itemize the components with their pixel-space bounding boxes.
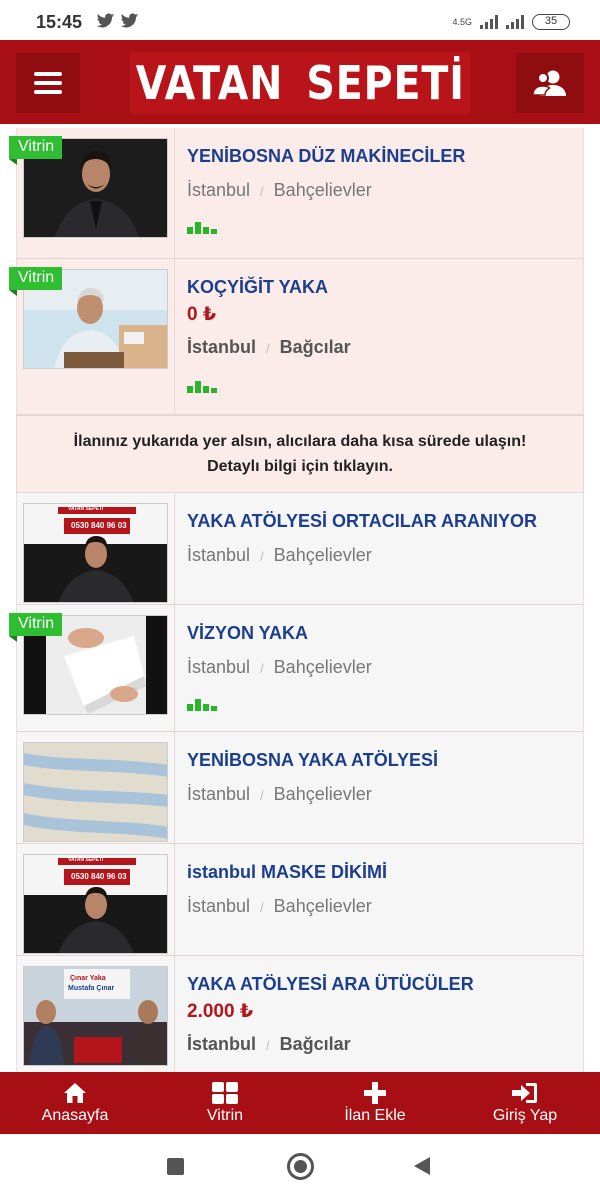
hamburger-icon [34, 72, 62, 94]
listing-price: 2.000 ₺ [187, 1001, 254, 1022]
listing-thumbnail[interactable]: Çınar Yaka Mustafa Çınar [23, 966, 168, 1066]
twitter-notification-icon [96, 12, 140, 35]
logo-text: VATAN SEPETİ [135, 56, 465, 110]
cimar-line-1: Çınar Yaka [70, 975, 106, 982]
listing-title[interactable]: YENİBOSNA YAKA ATÖLYESİ [187, 750, 438, 771]
listing-title[interactable]: KOÇYİĞİT YAKA [187, 277, 328, 298]
location-city: İstanbul [187, 337, 257, 357]
listing-title[interactable]: YAKA ATÖLYESİ ORTACILAR ARANIYOR [187, 511, 537, 532]
listing-item[interactable]: Çınar Yaka Mustafa Çınar YAKA ATÖLYESİ A… [16, 956, 584, 1086]
app-header: VATAN SEPETİ [0, 40, 600, 124]
listing-item[interactable]: VATAN SEPETİ 0530 840 96 03 istanbul MAS… [16, 844, 584, 956]
bar-chart-icon [187, 381, 217, 393]
phone-banner-text: 0530 840 96 03 [71, 521, 127, 530]
listing-title[interactable]: VİZYON YAKA [187, 623, 308, 644]
menu-button[interactable] [16, 53, 80, 113]
listing-thumbnail[interactable]: VATAN SEPETİ 0530 840 96 03 [23, 854, 168, 954]
plus-icon [364, 1081, 386, 1105]
listing-item[interactable]: YENİBOSNA YAKA ATÖLYESİ İstanbul / Bahçeli… [16, 732, 584, 844]
thumb-column: Çınar Yaka Mustafa Çınar [17, 956, 175, 1085]
bar-chart-icon [187, 222, 217, 234]
promo-line-1: İlanınız yukarıda yer alsın, alıcılara d… [73, 433, 527, 450]
signal-icon [480, 15, 498, 29]
listing-thumbnail[interactable]: VATAN SEPETİ 0530 840 96 03 [23, 503, 168, 603]
vitrin-badge: Vitrin [9, 136, 63, 165]
status-right-icons: 4.5G 35 [452, 14, 570, 30]
nav-label: Vitrin [206, 1107, 244, 1124]
phone-banner-text: 0530 840 96 03 [71, 872, 127, 881]
thumb-column: VATAN SEPETİ 0530 840 96 03 [17, 493, 175, 604]
listing-title[interactable]: YAKA ATÖLYESİ ARA ÜTÜCÜLER [187, 974, 474, 995]
nav-label: Giriş Yap [492, 1107, 558, 1124]
listing-location: İstanbul / Bahçelievler [187, 545, 372, 565]
vitrin-badge: Vitrin [9, 267, 63, 296]
back-icon[interactable] [414, 1157, 430, 1175]
location-district: Bahçelievler [273, 657, 372, 677]
nav-home[interactable]: Anasayfa [0, 1072, 150, 1134]
listing-title[interactable]: YENİBOSNA DÜZ MAKİNECİLER [187, 146, 465, 167]
banner-text: VATAN SEPETİ [68, 506, 104, 512]
listing-item[interactable]: Vitrin KOÇYİĞİT YAKA 0 ₺ İstanbul / Bağcıl… [9, 259, 584, 415]
listing-location: İstanbul / Bağcılar [187, 1034, 351, 1054]
banner-text: VATAN SEPETİ [68, 857, 104, 863]
location-city: İstanbul [187, 545, 251, 565]
location-city: İstanbul [187, 896, 251, 916]
listing-location: İstanbul / Bağcılar [187, 337, 351, 357]
battery-icon: 35 [532, 14, 570, 30]
listing-thumbnail[interactable] [23, 742, 168, 842]
vitrin-badge: Vitrin [9, 613, 63, 642]
listing-location: İstanbul / Bahçelievler [187, 784, 372, 804]
recent-apps-icon[interactable] [167, 1158, 184, 1175]
listing-list: Vitrin YENİBOSNA DÜZ MAKİNECİLER İstanbu… [9, 128, 584, 1086]
account-button[interactable] [516, 53, 584, 113]
location-district: Bahçelievler [273, 784, 372, 804]
home-icon [63, 1081, 87, 1105]
location-district: Bahçelievler [273, 180, 372, 200]
location-city: İstanbul [187, 657, 251, 677]
nav-add-listing[interactable]: İlan Ekle [300, 1072, 450, 1134]
home-circle-icon[interactable] [287, 1153, 314, 1180]
cimar-line-2: Mustafa Çınar [68, 985, 115, 992]
listing-location: İstanbul / Bahçelievler [187, 180, 372, 200]
listing-item[interactable]: VATAN SEPETİ 0530 840 96 03 YAKA ATÖLYES… [16, 493, 584, 605]
nav-label: Anasayfa [41, 1107, 109, 1124]
network-type-label: 4.5G [452, 16, 472, 27]
location-city: İstanbul [187, 1034, 257, 1054]
location-district: Bağcılar [279, 337, 351, 357]
system-navigation-bar [0, 1134, 600, 1200]
bottom-nav: Anasayfa Vitrin İlan Ekle Giriş Yap [0, 1072, 600, 1134]
nav-vitrin[interactable]: Vitrin [150, 1072, 300, 1134]
thumb-column: VATAN SEPETİ 0530 840 96 03 [17, 844, 175, 955]
thumb-column [17, 732, 175, 843]
bar-chart-icon [187, 699, 217, 711]
listing-location: İstanbul / Bahçelievler [187, 657, 372, 677]
login-icon [512, 1081, 538, 1105]
users-icon [533, 70, 566, 96]
listing-item[interactable]: Vitrin VİZYON YAKA İstanbul / Bahçelievler [9, 605, 584, 732]
nav-login[interactable]: Giriş Yap [450, 1072, 600, 1134]
listing-location: İstanbul / Bahçelievler [187, 896, 372, 916]
logo[interactable]: VATAN SEPETİ [130, 52, 470, 114]
location-district: Bahçelievler [273, 896, 372, 916]
nav-label: İlan Ekle [344, 1107, 406, 1124]
location-district: Bağcılar [279, 1034, 351, 1054]
listing-price: 0 ₺ [187, 304, 217, 325]
listing-item[interactable]: Vitrin YENİBOSNA DÜZ MAKİNECİLER İstanbu… [9, 128, 584, 259]
status-time: 15:45 [36, 12, 83, 32]
listing-title[interactable]: istanbul MASKE DİKİMİ [187, 862, 387, 883]
location-city: İstanbul [187, 784, 251, 804]
location-city: İstanbul [187, 180, 251, 200]
promo-banner[interactable]: İlanınız yukarıda yer alsın, alıcılara d… [16, 415, 584, 493]
location-district: Bahçelievler [273, 545, 372, 565]
status-bar: 15:45 4.5G 35 [0, 0, 600, 42]
grid-icon [212, 1081, 238, 1105]
promo-line-2: Detaylı bilgi için tıklayın. [207, 458, 393, 475]
signal-icon-2 [506, 15, 524, 29]
